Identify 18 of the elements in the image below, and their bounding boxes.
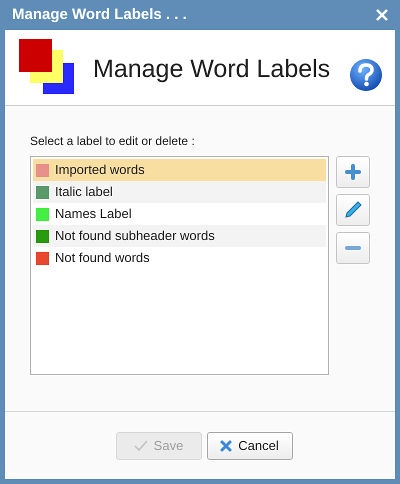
cancel-button[interactable]: Cancel xyxy=(206,432,292,460)
help-icon[interactable] xyxy=(349,58,383,92)
close-icon[interactable] xyxy=(375,8,389,22)
window-title: Manage Word Labels . . . xyxy=(12,4,187,25)
label-list-item[interactable]: Imported words xyxy=(33,159,326,181)
plus-icon xyxy=(345,164,361,180)
prompt-text: Select a label to edit or delete : xyxy=(30,133,196,150)
logo-icon xyxy=(19,38,77,96)
label-list-item[interactable]: Italic label xyxy=(33,181,326,203)
dialog-heading: Manage Word Labels xyxy=(93,54,332,85)
minus-icon xyxy=(345,245,361,251)
check-icon xyxy=(134,440,148,452)
cross-icon xyxy=(220,440,232,452)
label-list-item[interactable]: Not found subheader words xyxy=(33,225,326,247)
edit-button[interactable] xyxy=(336,194,370,226)
add-button[interactable] xyxy=(336,156,370,188)
remove-button[interactable] xyxy=(336,232,370,264)
pencil-icon xyxy=(343,200,363,220)
